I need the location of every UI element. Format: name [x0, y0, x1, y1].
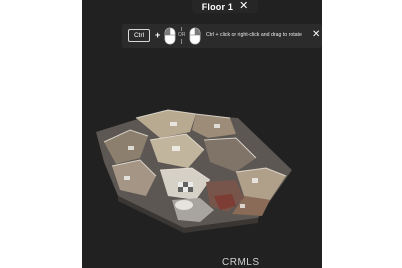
or-label: OR — [178, 32, 186, 38]
rotate-hint-text: Ctrl + click or right-click and drag to … — [206, 32, 302, 38]
floor-label: Floor 1 — [201, 1, 234, 12]
plus-sign: + — [155, 30, 161, 40]
ctrl-key: Ctrl — [128, 29, 150, 42]
close-icon[interactable]: ✕ — [312, 29, 320, 41]
mouse-left-click-icon — [164, 27, 176, 45]
round-table — [175, 200, 193, 210]
rotate-hint-bar: Ctrl + OR Ctrl + click or right-click an… — [122, 24, 322, 48]
separator-line — [181, 39, 182, 44]
mouse-right-click-icon — [189, 27, 201, 45]
floor-selector[interactable]: Floor 1 ✕ — [192, 0, 258, 13]
separator-line — [181, 27, 182, 31]
tiled-floor — [178, 182, 193, 192]
close-icon[interactable]: ✕ — [239, 1, 248, 12]
watermark: CRMLS — [222, 257, 260, 268]
